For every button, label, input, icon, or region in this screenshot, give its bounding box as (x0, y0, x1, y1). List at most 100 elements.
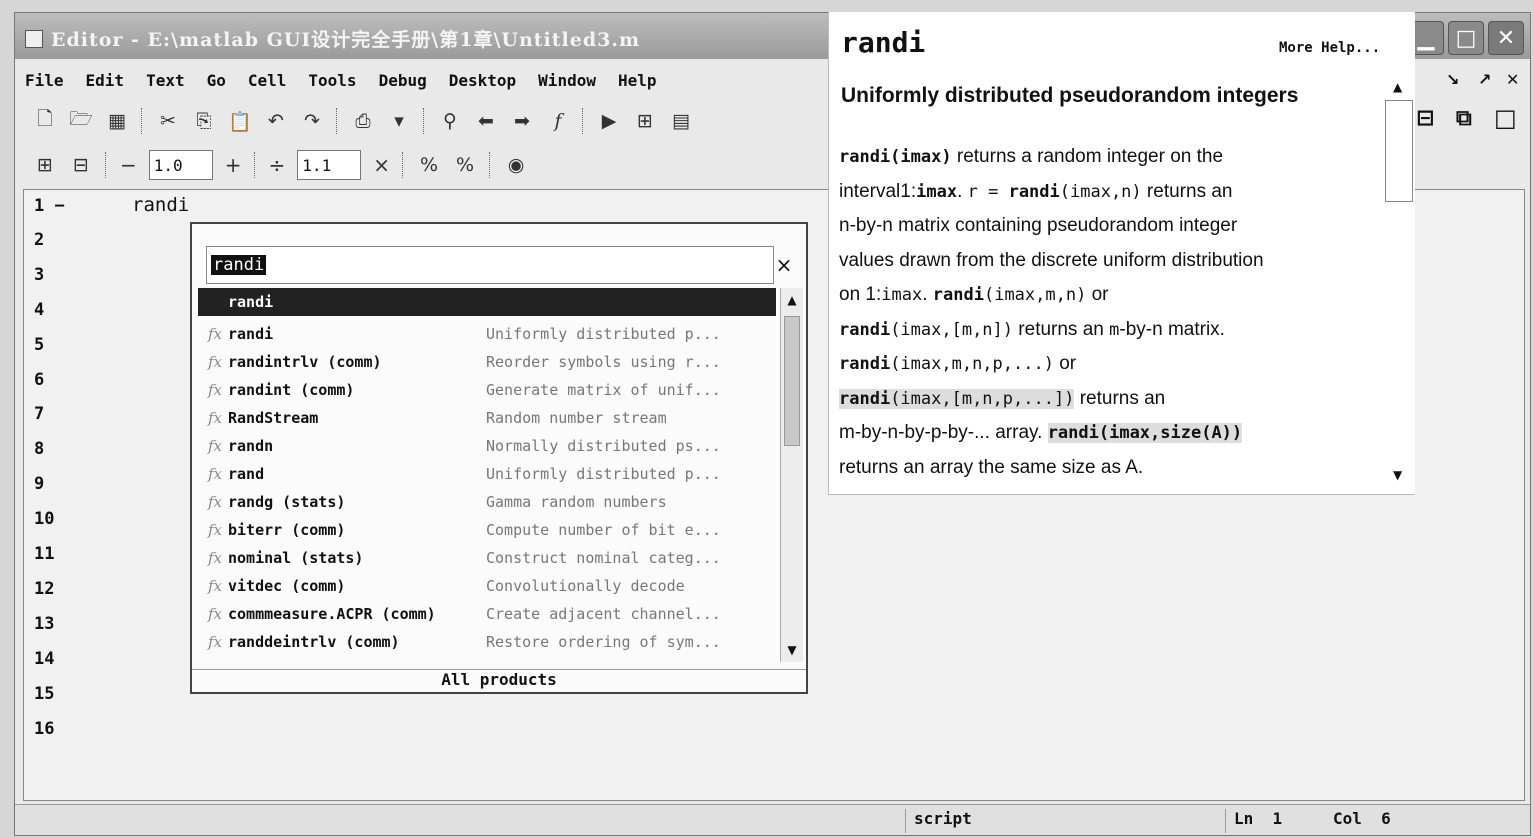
increment-value-field-2[interactable]: 1.1 (297, 150, 362, 180)
status-bar: script Ln 1 Col 6 (15, 804, 1530, 835)
help-scrollbar[interactable]: ▲ ▼ (1385, 80, 1413, 492)
open-folder-icon[interactable]: 🗁 (69, 108, 93, 133)
increment-value-field-1[interactable]: 1.0 (148, 150, 213, 180)
close-doc-icon[interactable]: ✕ (1506, 70, 1519, 89)
fx-icon: fx (208, 437, 223, 455)
menu-debug[interactable]: Debug (379, 71, 427, 90)
menu-window[interactable]: Window (538, 71, 596, 90)
uncomment-percent-icon[interactable]: % (453, 153, 477, 177)
list-item[interactable]: fx randi Uniformly distributed p... (198, 320, 776, 348)
back-arrow-icon[interactable]: ⬅ (474, 109, 498, 133)
list-item[interactable]: fx commmeasure.ACPR (comm) Create adjacent… (198, 600, 776, 628)
fx-icon: fx (208, 353, 223, 371)
window-controls: ▁ □ ✕ (1408, 21, 1524, 55)
fx-icon: fx (208, 493, 223, 511)
save-icon[interactable]: ▦ (105, 109, 129, 133)
find-binoculars-icon[interactable]: ⚲ (438, 109, 462, 133)
tile-icon[interactable]: ⊟ (1416, 106, 1434, 131)
paste-icon[interactable]: 📋 (228, 109, 252, 133)
code-text: (imax,n) (1059, 181, 1142, 202)
function-name: vitdec (comm) (228, 577, 346, 595)
comment-percent-icon[interactable]: % (417, 153, 441, 177)
help-text: on 1: (839, 284, 882, 305)
dock-arrow-icon[interactable]: ↘ (1446, 70, 1459, 89)
undock-icon[interactable]: ↗ (1478, 70, 1491, 89)
status-line: Ln 1 (1225, 809, 1325, 833)
cut-icon[interactable]: ✂ (156, 109, 180, 133)
menu-tools[interactable]: Tools (308, 71, 356, 90)
run-icon[interactable]: ▶ (597, 109, 621, 133)
new-file-icon[interactable]: 🗋 (33, 108, 57, 133)
code-text: randi (839, 319, 891, 340)
evaluate-cell-icon[interactable]: ⊟ (69, 153, 93, 177)
function-desc: Gamma random numbers (486, 493, 667, 511)
help-line: on 1:imax. randi(imax,m,n) or (839, 278, 1379, 313)
list-item[interactable]: fx rand Uniformly distributed p... (198, 460, 776, 488)
decrement-button[interactable]: − (120, 153, 137, 177)
function-desc: Create adjacent channel... (486, 605, 721, 623)
copy-icon[interactable]: ⎘ (192, 109, 216, 133)
help-text: values drawn from the discrete uniform d… (839, 249, 1264, 271)
editor-dock-controls: ↘ ↗ ✕ ⊟ ⧉ □ (1416, 70, 1520, 166)
stack-icon[interactable]: ▤ (669, 109, 693, 133)
maximize-button[interactable]: □ (1448, 21, 1484, 55)
clear-search-button[interactable]: × (774, 246, 794, 284)
list-item[interactable]: fx randintrlv (comm) Reorder symbols using… (198, 348, 776, 376)
maximize-doc-icon[interactable]: □ (1494, 104, 1517, 132)
list-scrollbar[interactable]: ▲ ▼ (780, 288, 803, 662)
menu-text[interactable]: Text (146, 71, 185, 90)
line-number: 4 (34, 300, 45, 320)
list-item[interactable]: fx nominal (stats) Construct nominal categ… (198, 544, 776, 572)
status-column: Col 6 (1325, 809, 1425, 833)
menu-go[interactable]: Go (207, 71, 226, 90)
list-item[interactable]: fx randdeintrlv (comm) Restore ordering of… (198, 628, 776, 656)
function-desc: Uniformly distributed p... (486, 465, 721, 483)
list-item[interactable]: fx biterr (comm) Compute number of bit e..… (198, 516, 776, 544)
help-text: or (1053, 353, 1077, 374)
scroll-up-icon[interactable]: ▲ (1393, 80, 1402, 94)
cascade-icon[interactable]: ⧉ (1456, 106, 1472, 131)
menu-edit[interactable]: Edit (86, 71, 125, 90)
scroll-up-icon[interactable]: ▲ (781, 288, 803, 312)
scrollbar-thumb[interactable] (1385, 100, 1413, 202)
dropdown-arrow-icon[interactable]: ▾ (387, 109, 411, 133)
line-number: 8 (34, 439, 45, 459)
list-item[interactable]: fx randint (comm) Generate matrix of unif.… (198, 376, 776, 404)
scrollbar-thumb[interactable] (784, 316, 800, 446)
list-item[interactable]: fx vitdec (comm) Convolutionally decode (198, 572, 776, 600)
menu-file[interactable]: File (25, 71, 64, 90)
close-button[interactable]: ✕ (1488, 21, 1524, 55)
divide-button[interactable]: ÷ (269, 153, 286, 177)
list-item[interactable]: randi (198, 288, 776, 316)
window-title: Editor - E:\matlab GUI设计完全手册\第1章\Untitle… (25, 25, 640, 52)
line-number: 11 (34, 544, 55, 564)
undo-icon[interactable]: ↶ (264, 109, 288, 133)
fx-icon: fx (208, 325, 223, 343)
line-number: 15 (34, 684, 55, 704)
menu-help[interactable]: Help (618, 71, 657, 90)
multiply-button[interactable]: × (373, 153, 390, 177)
help-text: returns an (1074, 387, 1166, 409)
function-search-input[interactable]: randi (206, 246, 774, 284)
print-icon[interactable]: ⎙ (351, 109, 375, 133)
scroll-down-icon[interactable]: ▼ (781, 638, 803, 662)
insert-cell-icon[interactable]: ⊞ (33, 153, 57, 177)
menu-cell[interactable]: Cell (248, 71, 287, 90)
list-item[interactable]: fx RandStream Random number stream (198, 404, 776, 432)
product-filter[interactable]: All products (192, 669, 806, 692)
fx-icon: fx (208, 521, 223, 539)
code-text: r = (967, 181, 1009, 202)
list-item[interactable]: fx randn Normally distributed ps... (198, 432, 776, 460)
code-line[interactable]: randi (132, 194, 189, 216)
list-item[interactable]: fx randg (stats) Gamma random numbers (198, 488, 776, 516)
more-help-link[interactable]: More Help... (1279, 40, 1380, 56)
breakpoint-icon[interactable]: ⊞ (633, 109, 657, 133)
increment-button[interactable]: + (225, 153, 242, 177)
forward-arrow-icon[interactable]: ➡ (510, 109, 534, 133)
function-name: randg (stats) (228, 493, 346, 511)
menu-desktop[interactable]: Desktop (449, 71, 516, 90)
function-icon[interactable]: f (546, 109, 570, 133)
redo-icon[interactable]: ↷ (300, 109, 324, 133)
scroll-down-icon[interactable]: ▼ (1393, 468, 1402, 482)
publish-icon[interactable]: ◉ (504, 153, 528, 177)
